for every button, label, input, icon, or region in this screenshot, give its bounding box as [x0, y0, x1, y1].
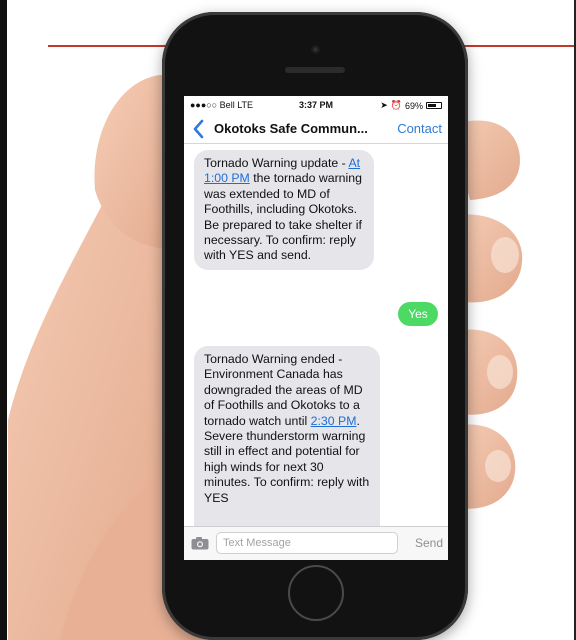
- time-link[interactable]: 2:30 PM: [311, 414, 357, 428]
- left-frame-border: [0, 0, 7, 640]
- received-message-1: Tornado Warning update - At 1:00 PM the …: [194, 150, 374, 270]
- text-message-input[interactable]: [216, 532, 398, 554]
- location-icon: ➤: [380, 100, 388, 110]
- contact-button[interactable]: Contact: [397, 121, 442, 136]
- battery-icon: [426, 102, 442, 109]
- alarm-icon: ⏰: [390, 100, 402, 110]
- conversation-title: Okotoks Safe Commun...: [214, 121, 368, 136]
- sent-message: Yes: [398, 302, 438, 326]
- earpiece-speaker: [285, 67, 345, 73]
- conversation-header: Okotoks Safe Commun... Contact: [184, 114, 448, 144]
- phone-screen: ●●●○○ Bell LTE 3:37 PM ➤ ⏰ 69% Okotoks S…: [184, 96, 448, 560]
- battery-percent: 69%: [404, 100, 423, 111]
- battery-fill: [428, 104, 437, 107]
- message-composer: Send: [184, 526, 448, 560]
- received-message-2: Tornado Warning ended - Environment Cana…: [194, 346, 380, 526]
- status-bar: ●●●○○ Bell LTE 3:37 PM ➤ ⏰ 69%: [184, 96, 448, 114]
- back-chevron-icon[interactable]: [190, 118, 208, 140]
- front-camera: [311, 45, 320, 54]
- send-button[interactable]: Send: [415, 536, 443, 550]
- camera-icon[interactable]: [191, 537, 209, 550]
- status-right: ➤ ⏰ 69%: [380, 100, 442, 111]
- iphone: ●●●○○ Bell LTE 3:37 PM ➤ ⏰ 69% Okotoks S…: [162, 12, 468, 640]
- home-button[interactable]: [288, 565, 344, 621]
- message-text: Tornado Warning update -: [204, 156, 349, 170]
